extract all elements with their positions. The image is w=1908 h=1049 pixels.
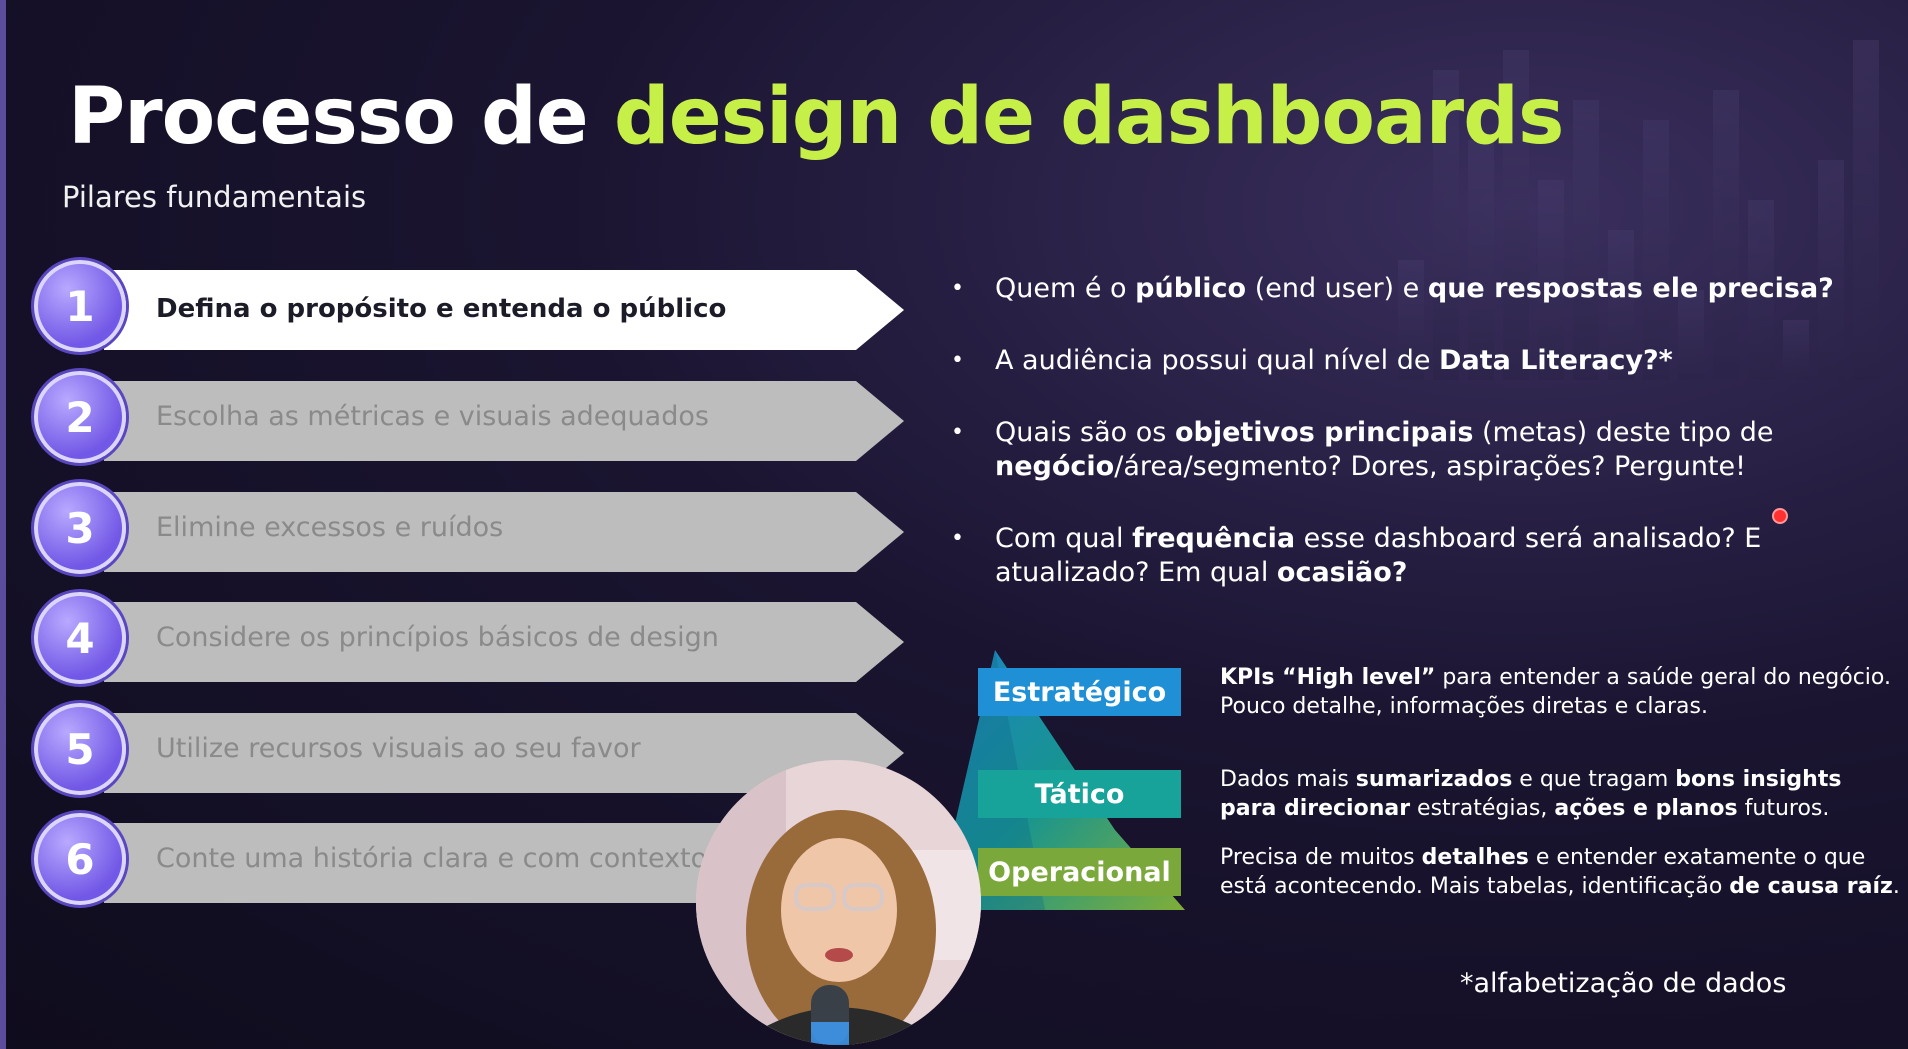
pyramid-level-tactical: Tático: [978, 770, 1181, 818]
desc-bold: KPIs “High level”: [1220, 665, 1436, 690]
bullet-bold: objetivos principais: [1174, 417, 1474, 448]
step-label: Conte uma história clara e com contexto: [156, 843, 708, 874]
pyramid-level-operational: Operacional: [978, 848, 1181, 896]
desc-bold: sumarizados: [1355, 767, 1513, 792]
bullet-text: Com qual: [995, 523, 1133, 554]
bullet-text: Quem é o: [995, 273, 1136, 304]
laser-pointer-dot: [1772, 508, 1788, 524]
step-label: Defina o propósito e entenda o público: [156, 294, 727, 324]
desc-bold: ações e planos: [1554, 796, 1738, 821]
pyramid-level-strategic: Estratégico: [978, 668, 1181, 716]
step-label: Escolha as métricas e visuais adequados: [156, 401, 709, 432]
step-number-circle: 6: [34, 813, 126, 905]
step-number-circle: 2: [34, 371, 126, 463]
question-bullet-list: Quem é o público (end user) e que respos…: [945, 272, 1845, 628]
pyramid-desc-tactical: Dados mais sumarizados e que tragam bons…: [1220, 765, 1900, 823]
bullet-text: /área/segmento? Dores, aspirações? Pergu…: [1114, 451, 1746, 482]
step-number-circle: 3: [34, 482, 126, 574]
step-label: Elimine excessos e ruídos: [156, 512, 504, 543]
bullet-bold: que respostas ele precisa?: [1427, 273, 1834, 304]
step-5: Utilize recursos visuais ao seu favor 5: [34, 703, 904, 799]
slide-left-accent: [0, 0, 6, 1049]
step-4: Considere os princípios básicos de desig…: [34, 592, 904, 688]
pyramid-desc-strategic: KPIs “High level” para entender a saúde …: [1220, 663, 1900, 721]
bullet-text: (end user) e: [1246, 273, 1428, 304]
bullet-bold: ocasião?: [1276, 557, 1408, 588]
bullet-text: A audiência possui qual nível de: [995, 345, 1440, 376]
bullet-objectives: Quais são os objetivos principais (metas…: [945, 416, 1845, 484]
step-label: Considere os princípios básicos de desig…: [156, 622, 719, 653]
step-2: Escolha as métricas e visuais adequados …: [34, 371, 904, 467]
bullet-data-literacy: A audiência possui qual nível de Data Li…: [945, 344, 1845, 378]
pyramid-desc-operational: Precisa de muitos detalhes e entender ex…: [1220, 843, 1900, 901]
step-3: Elimine excessos e ruídos 3: [34, 482, 904, 578]
bullet-bold: público: [1135, 273, 1247, 304]
desc-text: Dados mais: [1220, 767, 1356, 792]
bullet-text: (metas) deste tipo de: [1473, 417, 1774, 448]
bullet-bold: Data Literacy?*: [1439, 345, 1673, 376]
desc-text: e que tragam: [1512, 767, 1676, 792]
desc-text: estratégias,: [1410, 796, 1555, 821]
bullet-frequency: Com qual frequência esse dashboard será …: [945, 522, 1845, 590]
bullet-audience: Quem é o público (end user) e que respos…: [945, 272, 1845, 306]
step-number-circle: 4: [34, 592, 126, 684]
desc-bold: detalhes: [1421, 845, 1529, 870]
step-1: Defina o propósito e entenda o público 1: [34, 260, 904, 356]
bullet-bold: frequência: [1132, 523, 1296, 554]
bullet-text: Quais são os: [995, 417, 1175, 448]
desc-text: Precisa de muitos: [1220, 845, 1422, 870]
footnote: *alfabetização de dados: [1460, 968, 1787, 999]
step-number-circle: 5: [34, 703, 126, 795]
desc-bold: de causa raíz: [1729, 874, 1893, 899]
slide-subtitle: Pilares fundamentais: [62, 180, 367, 214]
desc-text: futuros.: [1737, 796, 1830, 821]
slide-title: Processo de design de dashboards: [68, 72, 1565, 162]
slide-title-highlight: design de dashboards: [613, 72, 1565, 162]
presenter-webcam-avatar: [696, 760, 981, 1045]
slide-title-part1: Processo de: [68, 72, 614, 162]
desc-text: .: [1892, 874, 1900, 899]
bullet-bold: negócio: [995, 451, 1115, 482]
step-label: Utilize recursos visuais ao seu favor: [156, 733, 641, 764]
step-number-circle: 1: [34, 260, 126, 352]
